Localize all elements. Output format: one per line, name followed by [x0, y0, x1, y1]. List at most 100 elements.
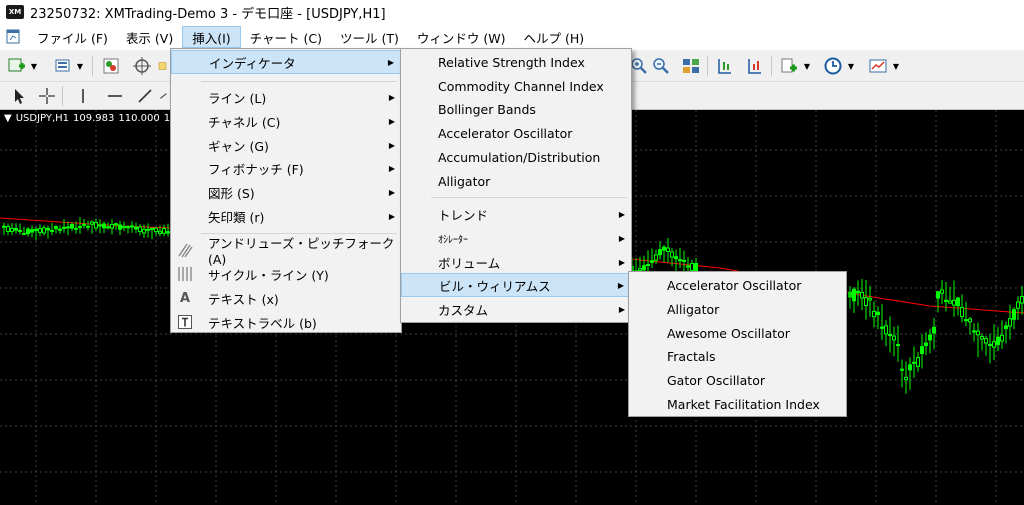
candle-body: [102, 223, 106, 229]
vertical-line-icon[interactable]: [72, 85, 94, 107]
menu-item-accumulation[interactable]: Accumulation/Distribution: [401, 145, 631, 169]
new-chart-icon[interactable]: [6, 55, 28, 77]
menu-item-text[interactable]: A テキスト (x): [171, 286, 401, 310]
candle-body: [912, 361, 916, 364]
xm-logo-icon: XM: [6, 5, 24, 19]
chevron-down-icon[interactable]: ▼: [803, 55, 811, 77]
menu-item-oscillators[interactable]: ｵｼﾚｰﾀｰ ▶: [401, 226, 631, 250]
chart-price-2: 110.000: [118, 113, 160, 124]
menu-item-label: カスタム: [438, 302, 489, 318]
menu-item-accelerator[interactable]: Accelerator Oscillator: [401, 121, 631, 145]
crosshair-icon[interactable]: [36, 85, 58, 107]
candle-body: [932, 326, 936, 334]
menu-item-bw-gator[interactable]: Gator Oscillator: [629, 368, 846, 392]
candle-body: [900, 368, 904, 371]
menu-tools[interactable]: ツール (T): [331, 26, 408, 48]
candle-body: [976, 330, 980, 336]
submenu-arrow-icon: ▶: [388, 140, 395, 150]
menu-item-volumes[interactable]: ボリューム ▶: [401, 250, 631, 274]
menu-item-bollinger[interactable]: Bollinger Bands: [401, 97, 631, 121]
tile-windows-icon[interactable]: [680, 55, 702, 77]
toolbar-separator: [92, 56, 93, 76]
candle-body: [884, 325, 888, 335]
menu-chart[interactable]: チャート (C): [241, 26, 331, 48]
menu-item-label: Commodity Channel Index: [438, 78, 604, 94]
chevron-down-icon[interactable]: ▼: [847, 55, 855, 77]
menu-file[interactable]: ファイル (F): [28, 26, 117, 48]
menu-item-bw-accelerator[interactable]: Accelerator Oscillator: [629, 273, 846, 297]
menu-window[interactable]: ウィンドウ (W): [408, 26, 515, 48]
candle-body: [1016, 301, 1020, 309]
menu-item-bw-awesome[interactable]: Awesome Oscillator: [629, 321, 846, 345]
menu-item-label: ライン (L): [208, 90, 267, 106]
profiles-icon[interactable]: [52, 55, 74, 77]
menu-item-custom[interactable]: カスタム ▶: [401, 297, 631, 321]
menu-item-andrews-pitchfork[interactable]: アンドリューズ・ピッチフォーク (A): [171, 236, 401, 267]
indicators-add-icon[interactable]: [778, 55, 800, 77]
candle-body: [888, 334, 892, 337]
candle-body: [58, 228, 62, 231]
menu-item-label: サイクル・ライン (Y): [208, 267, 329, 283]
candle-body: [158, 230, 162, 234]
menu-view[interactable]: 表示 (V): [117, 26, 182, 48]
menu-item-label: Accumulation/Distribution: [438, 149, 601, 165]
menu-help[interactable]: ヘルプ (H): [514, 26, 593, 48]
menu-item-rsi[interactable]: Relative Strength Index: [401, 50, 631, 74]
submenu-arrow-icon: ▶: [387, 57, 394, 67]
document-menu-icon[interactable]: [4, 28, 24, 46]
periods-clock-icon[interactable]: [822, 55, 844, 77]
candle-body: [118, 224, 122, 230]
candle-body: [154, 227, 158, 233]
chevron-down-icon[interactable]: ▼: [30, 55, 38, 77]
menu-item-trend[interactable]: トレンド ▶: [401, 202, 631, 226]
menu-item-indicators[interactable]: インディケータ ▶: [171, 50, 401, 74]
candle-body: [110, 223, 114, 229]
horizontal-line-icon[interactable]: [104, 85, 126, 107]
menu-item-channels[interactable]: チャネル (C) ▶: [171, 109, 401, 133]
menu-item-shapes[interactable]: 図形 (S) ▶: [171, 180, 401, 204]
candle-body: [1000, 334, 1004, 342]
candle-body: [650, 260, 654, 263]
menu-item-arrows[interactable]: 矢印類 (r) ▶: [171, 204, 401, 228]
menu-item-text-label[interactable]: テキストラベル (b): [171, 310, 401, 334]
menu-item-label: チャネル (C): [208, 114, 281, 130]
menu-item-cycle-lines[interactable]: サイクル・ライン (Y): [171, 262, 401, 286]
menu-item-label: ギャン (G): [208, 138, 269, 154]
menu-item-cci[interactable]: Commodity Channel Index: [401, 74, 631, 98]
cursor-arrow-icon[interactable]: [8, 85, 30, 107]
candle-body: [944, 299, 948, 302]
menu-item-label: テキスト (x): [208, 291, 279, 307]
chevron-down-icon[interactable]: ▼: [76, 55, 84, 77]
templates-icon[interactable]: [867, 55, 889, 77]
channel-icon[interactable]: [158, 85, 170, 107]
chart-shift-icon[interactable]: [714, 55, 736, 77]
data-window-icon[interactable]: [131, 55, 153, 77]
candle-body: [86, 225, 90, 228]
candle-body: [6, 226, 10, 232]
menu-item-gann[interactable]: ギャン (G) ▶: [171, 133, 401, 157]
candle-body: [1012, 309, 1016, 320]
zoom-out-icon[interactable]: [650, 55, 672, 77]
chart-symbol: USDJPY,H1: [15, 113, 69, 124]
menu-item-bw-alligator[interactable]: Alligator: [629, 297, 846, 321]
candle-body: [848, 291, 852, 298]
candle-body: [860, 291, 864, 299]
menu-insert[interactable]: 挿入(I): [182, 26, 241, 48]
candle-body: [146, 228, 150, 231]
menu-item-label: トレンド: [438, 207, 489, 223]
candle-body: [992, 341, 996, 348]
navigator-icon[interactable]: [158, 55, 168, 77]
chevron-down-icon[interactable]: ▼: [892, 55, 900, 77]
auto-scroll-icon[interactable]: [744, 55, 766, 77]
menu-item-fibonacci[interactable]: フィボナッチ (F) ▶: [171, 156, 401, 180]
candle-body: [46, 227, 50, 231]
menu-item-bw-fractals[interactable]: Fractals: [629, 344, 846, 368]
candle-body: [916, 357, 920, 367]
menu-item-bill-williams[interactable]: ビル・ウィリアムス ▶: [401, 273, 631, 297]
menu-item-bw-mfi[interactable]: Market Facilitation Index: [629, 392, 846, 416]
collapse-triangle-icon[interactable]: ▼: [4, 113, 12, 124]
menu-item-lines[interactable]: ライン (L) ▶: [171, 85, 401, 109]
trend-line-icon[interactable]: [134, 85, 156, 107]
menu-item-alligator[interactable]: Alligator: [401, 169, 631, 193]
market-watch-icon[interactable]: [100, 55, 122, 77]
